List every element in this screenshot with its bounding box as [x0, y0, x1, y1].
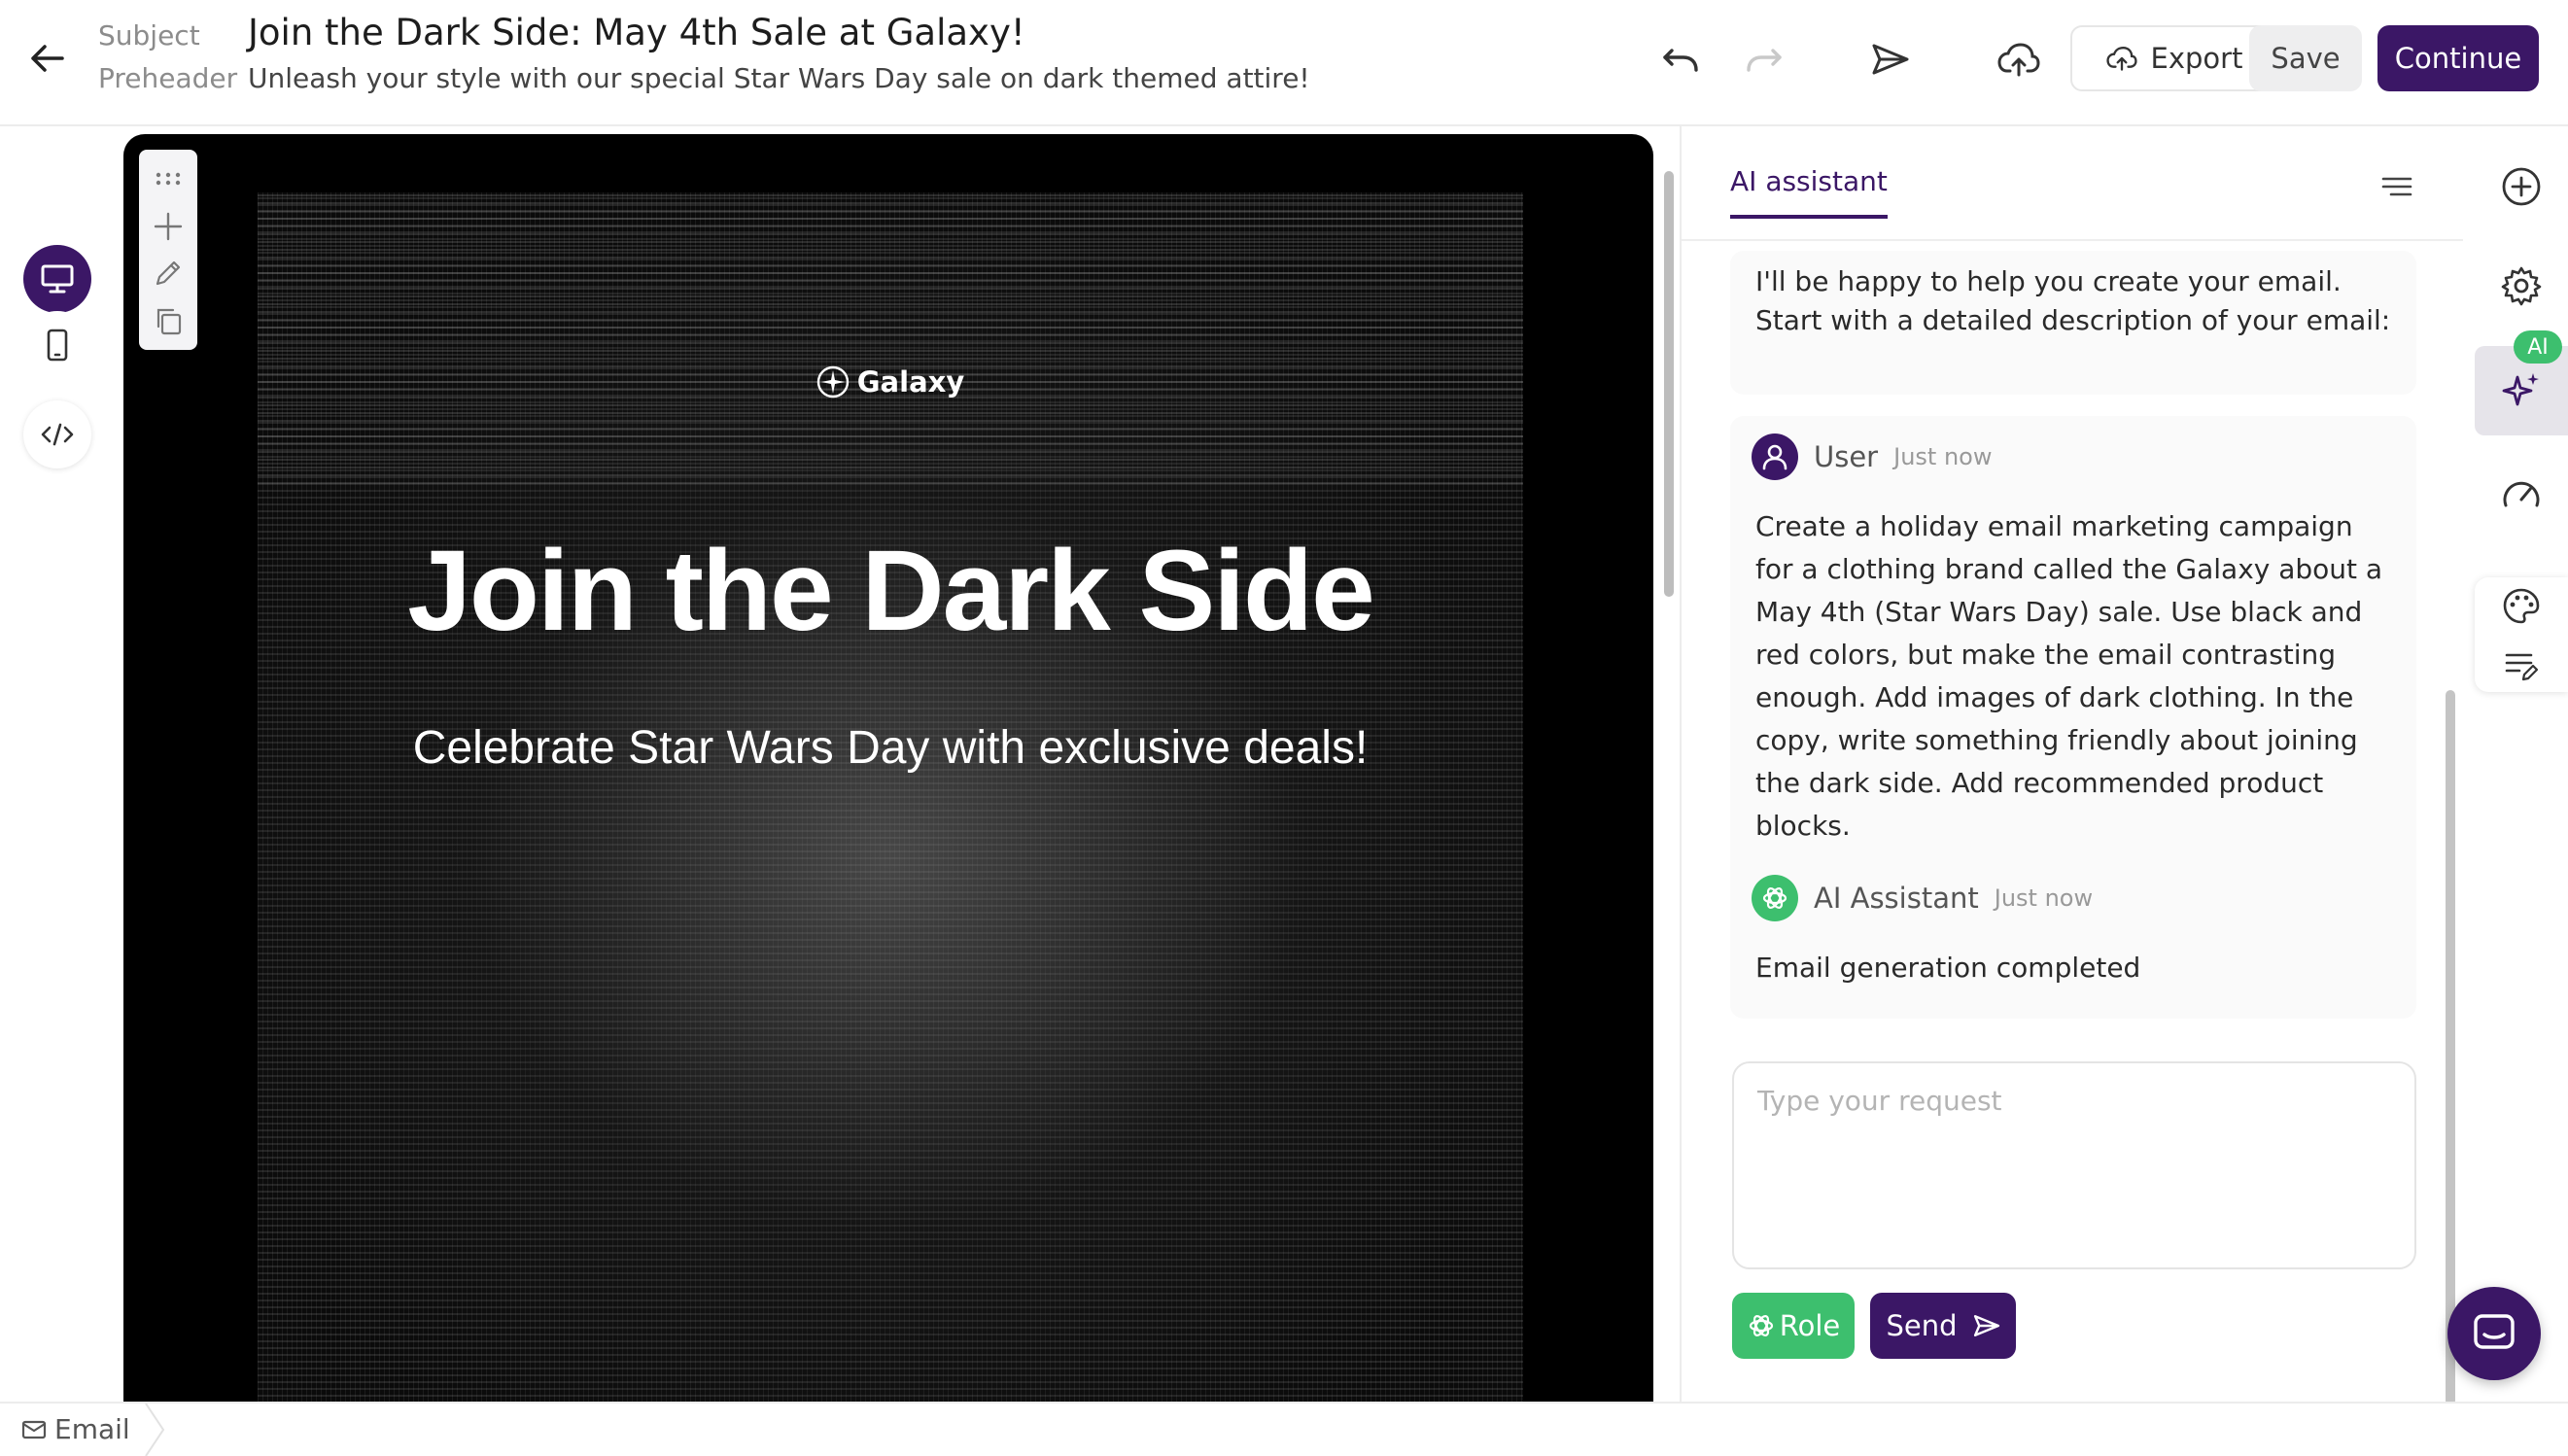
email-canvas[interactable]: Galaxy Join the Dark Side Celebrate Star… — [123, 134, 1653, 1404]
plus-icon — [154, 212, 183, 240]
undo-button[interactable] — [1656, 35, 1705, 84]
subject-field[interactable]: Join the Dark Side: May 4th Sale at Gala… — [248, 12, 1025, 53]
sender-name: User — [1814, 440, 1879, 473]
panel-header: AI assistant — [1682, 126, 2463, 241]
role-button[interactable]: Role — [1732, 1293, 1855, 1359]
pencil-icon — [156, 261, 181, 286]
subject-label: Subject — [98, 19, 200, 52]
ai-badge: AI — [2514, 330, 2562, 364]
avatar — [1752, 433, 1798, 480]
panel-menu-button[interactable] — [2376, 165, 2418, 208]
openai-icon — [1762, 887, 1787, 909]
back-button[interactable] — [25, 37, 68, 80]
preheader-label: Preheader — [98, 62, 238, 94]
email-tab-label: Email — [54, 1413, 130, 1445]
user-message-header: User Just now — [1752, 433, 1992, 480]
panel-scrollbar[interactable] — [2446, 690, 2455, 1405]
role-label: Role — [1779, 1309, 1841, 1342]
mobile-view-button[interactable] — [23, 311, 91, 379]
menu-lines-icon — [2381, 177, 2412, 196]
gear-icon — [2501, 266, 2542, 306]
ai-avatar — [1752, 875, 1798, 921]
brand-logo: Galaxy — [258, 365, 1523, 399]
bottom-bar: Email — [0, 1402, 2568, 1456]
drag-handle[interactable] — [149, 159, 188, 198]
save-button[interactable]: Save — [2249, 25, 2362, 91]
export-button[interactable]: Export — [2070, 25, 2278, 91]
timestamp: Just now — [1893, 443, 1993, 470]
sparkle-icon — [2502, 373, 2539, 406]
block-toolbar — [139, 150, 197, 350]
copy-icon — [156, 308, 182, 334]
message-text: Email generation completed — [1755, 952, 2141, 984]
add-block-button[interactable] — [149, 207, 188, 246]
email-breadcrumb[interactable]: Email — [21, 1413, 130, 1445]
galaxy-logo-icon — [816, 365, 849, 399]
settings-rail-button[interactable] — [2494, 259, 2549, 313]
mail-icon — [21, 1420, 47, 1439]
send-label: Send — [1886, 1309, 1958, 1342]
palette-icon — [2503, 588, 2540, 624]
redo-icon — [1747, 49, 1782, 72]
export-cloud-icon — [2105, 47, 2137, 71]
hero-title[interactable]: Join the Dark Side — [258, 525, 1523, 657]
hero-subtitle[interactable]: Celebrate Star Wars Day with exclusive d… — [258, 721, 1523, 775]
message-text: Create a holiday email marketing campaig… — [1755, 510, 2383, 842]
chat-icon — [2474, 1314, 2515, 1349]
export-label: Export — [2150, 42, 2243, 75]
undo-icon — [1663, 49, 1698, 72]
intro-text: I'll be happy to help you create your em… — [1755, 265, 2391, 336]
brand-name: Galaxy — [856, 365, 965, 399]
gauge-icon — [2503, 481, 2540, 507]
add-circle-icon — [2502, 167, 2541, 206]
code-view-button[interactable] — [23, 400, 91, 468]
ai-message-header: AI Assistant Just now — [1752, 875, 2093, 921]
redo-button[interactable] — [1740, 35, 1788, 84]
timestamp: Just now — [1994, 884, 2094, 912]
send-test-icon — [1872, 44, 1909, 75]
top-header: Subject Join the Dark Side: May 4th Sale… — [0, 0, 2568, 126]
hero-block[interactable]: Galaxy Join the Dark Side Celebrate Star… — [258, 192, 1523, 1404]
desktop-view-button[interactable] — [23, 245, 91, 313]
performance-rail-button[interactable] — [2494, 467, 2549, 521]
duplicate-block-button[interactable] — [149, 301, 188, 340]
content-rail-button[interactable] — [2494, 640, 2549, 694]
mobile-icon — [47, 329, 68, 362]
send-test-button[interactable] — [1866, 35, 1915, 84]
add-block-rail-button[interactable] — [2494, 159, 2549, 214]
ai-message: AI Assistant Just now Email generation c… — [1730, 857, 2416, 1019]
send-icon — [1973, 1315, 1999, 1336]
cloud-upload-icon — [1997, 43, 2040, 77]
upload-button[interactable] — [1995, 35, 2043, 84]
openai-icon — [1749, 1315, 1773, 1336]
edit-list-icon — [2505, 653, 2539, 681]
user-icon — [1762, 444, 1787, 470]
hero-texture — [258, 192, 1523, 484]
sender-name: AI Assistant — [1814, 882, 1979, 915]
request-input[interactable] — [1732, 1061, 2416, 1269]
code-icon — [41, 423, 74, 446]
breadcrumb-separator — [145, 1404, 165, 1456]
edit-block-button[interactable] — [149, 254, 188, 293]
canvas-scrollbar[interactable] — [1664, 171, 1674, 597]
drag-handle-icon — [156, 173, 181, 186]
send-button[interactable]: Send — [1870, 1293, 2016, 1359]
ai-assistant-panel: AI assistant I'll be happy to help you c… — [1680, 126, 2463, 1405]
continue-button[interactable]: Continue — [2377, 25, 2539, 91]
preheader-field[interactable]: Unleash your style with our special Star… — [248, 62, 1310, 94]
desktop-icon — [41, 264, 74, 294]
tab-ai-assistant[interactable]: AI assistant — [1730, 165, 1888, 219]
theme-rail-button[interactable] — [2494, 579, 2549, 634]
arrow-left-icon — [31, 45, 64, 72]
support-chat-button[interactable] — [2447, 1287, 2541, 1380]
